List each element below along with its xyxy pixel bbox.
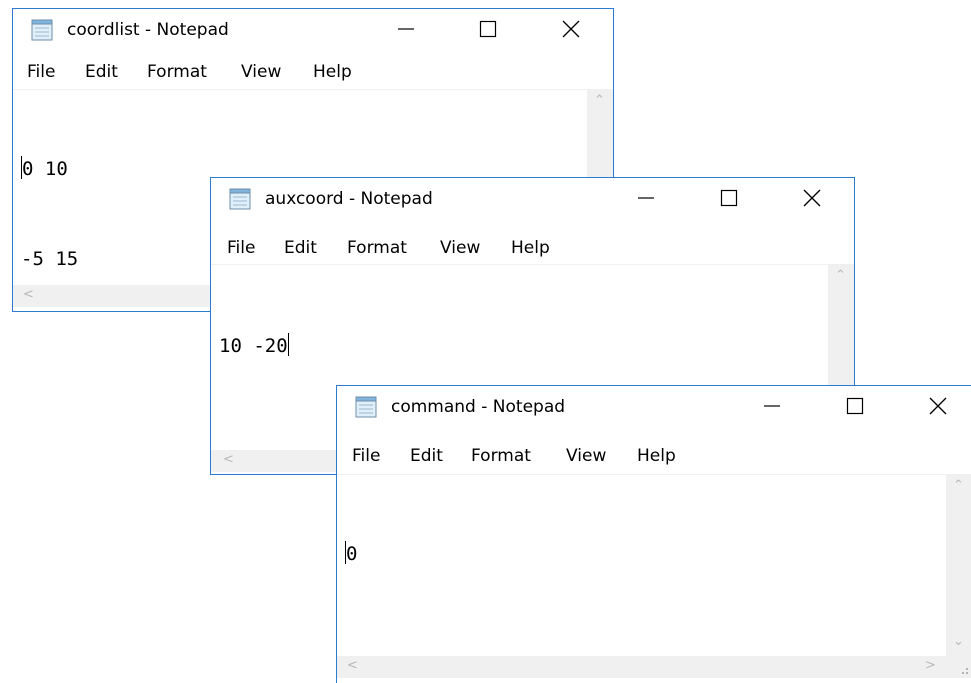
size-grip-dots bbox=[962, 668, 968, 674]
close-icon bbox=[929, 397, 947, 415]
minimize-button[interactable] bbox=[383, 9, 429, 49]
minimize-button[interactable] bbox=[749, 386, 795, 426]
menu-view[interactable]: View bbox=[440, 238, 480, 258]
menu-bar: File Edit Format View Help bbox=[337, 443, 971, 471]
scroll-up-arrow-icon[interactable]: ⌃ bbox=[594, 93, 605, 108]
menu-help[interactable]: Help bbox=[637, 446, 676, 466]
vertical-scrollbar[interactable]: ⌃ ⌄ bbox=[946, 474, 971, 656]
notepad-window-command[interactable]: command - Notepad File Edit Format View … bbox=[336, 385, 971, 683]
minimize-icon bbox=[398, 28, 414, 30]
maximize-button[interactable] bbox=[465, 9, 511, 49]
minimize-button[interactable] bbox=[623, 178, 669, 218]
desktop: coordlist - Notepad File Edit Format Vie… bbox=[0, 0, 971, 683]
title-bar[interactable]: auxcoord - Notepad bbox=[211, 178, 854, 222]
notepad-icon bbox=[229, 188, 251, 210]
menu-edit[interactable]: Edit bbox=[284, 238, 317, 258]
text-line: 0 bbox=[345, 541, 358, 565]
minimize-icon bbox=[638, 197, 654, 199]
editor-text: 0 bbox=[345, 479, 437, 629]
maximize-icon bbox=[846, 397, 864, 415]
menu-help[interactable]: Help bbox=[511, 238, 550, 258]
menu-edit[interactable]: Edit bbox=[85, 62, 118, 82]
menu-file[interactable]: File bbox=[27, 62, 55, 82]
text-line: 0 10 bbox=[21, 156, 68, 180]
scroll-down-arrow-icon[interactable]: ⌄ bbox=[953, 634, 964, 649]
scroll-up-arrow-icon[interactable]: ⌃ bbox=[835, 268, 846, 283]
maximize-icon bbox=[720, 189, 738, 207]
menu-edit[interactable]: Edit bbox=[410, 446, 443, 466]
close-button[interactable] bbox=[789, 178, 835, 218]
close-button[interactable] bbox=[548, 9, 594, 49]
close-icon bbox=[562, 20, 580, 38]
scroll-up-arrow-icon[interactable]: ⌃ bbox=[953, 478, 964, 493]
menu-view[interactable]: View bbox=[241, 62, 281, 82]
window-title: auxcoord - Notepad bbox=[265, 189, 433, 209]
maximize-icon bbox=[479, 20, 497, 38]
size-grip-icon[interactable] bbox=[946, 656, 971, 678]
editor-text: 0 10 -5 15 bbox=[21, 94, 113, 311]
menu-view[interactable]: View bbox=[566, 446, 606, 466]
scroll-left-arrow-icon[interactable]: < bbox=[223, 452, 234, 467]
horizontal-scrollbar[interactable]: < > bbox=[337, 656, 947, 678]
menu-file[interactable]: File bbox=[352, 446, 380, 466]
text-caret bbox=[287, 333, 289, 356]
menu-bar: File Edit Format View Help bbox=[13, 59, 613, 87]
scroll-left-arrow-icon[interactable]: < bbox=[347, 658, 358, 673]
text-line: -5 15 bbox=[21, 248, 79, 270]
menu-help[interactable]: Help bbox=[313, 62, 352, 82]
menu-bar: File Edit Format View Help bbox=[211, 235, 854, 263]
scroll-left-arrow-icon[interactable]: < bbox=[23, 287, 34, 302]
menu-format[interactable]: Format bbox=[347, 238, 407, 258]
menu-file[interactable]: File bbox=[227, 238, 255, 258]
menu-format[interactable]: Format bbox=[147, 62, 207, 82]
editor-text: 10 -20 bbox=[219, 271, 311, 421]
close-icon bbox=[803, 189, 821, 207]
scroll-right-arrow-icon[interactable]: > bbox=[925, 658, 936, 673]
minimize-icon bbox=[764, 405, 780, 407]
window-title: command - Notepad bbox=[391, 397, 566, 417]
notepad-icon bbox=[31, 19, 53, 41]
maximize-button[interactable] bbox=[706, 178, 752, 218]
close-button[interactable] bbox=[915, 386, 961, 426]
notepad-icon bbox=[355, 396, 377, 418]
title-bar[interactable]: coordlist - Notepad bbox=[13, 9, 613, 53]
maximize-button[interactable] bbox=[832, 386, 878, 426]
text-editor[interactable]: 0 bbox=[337, 474, 947, 657]
title-bar[interactable]: command - Notepad bbox=[337, 386, 971, 430]
window-title: coordlist - Notepad bbox=[67, 20, 229, 40]
text-line: 10 -20 bbox=[219, 333, 289, 357]
menu-format[interactable]: Format bbox=[471, 446, 531, 466]
